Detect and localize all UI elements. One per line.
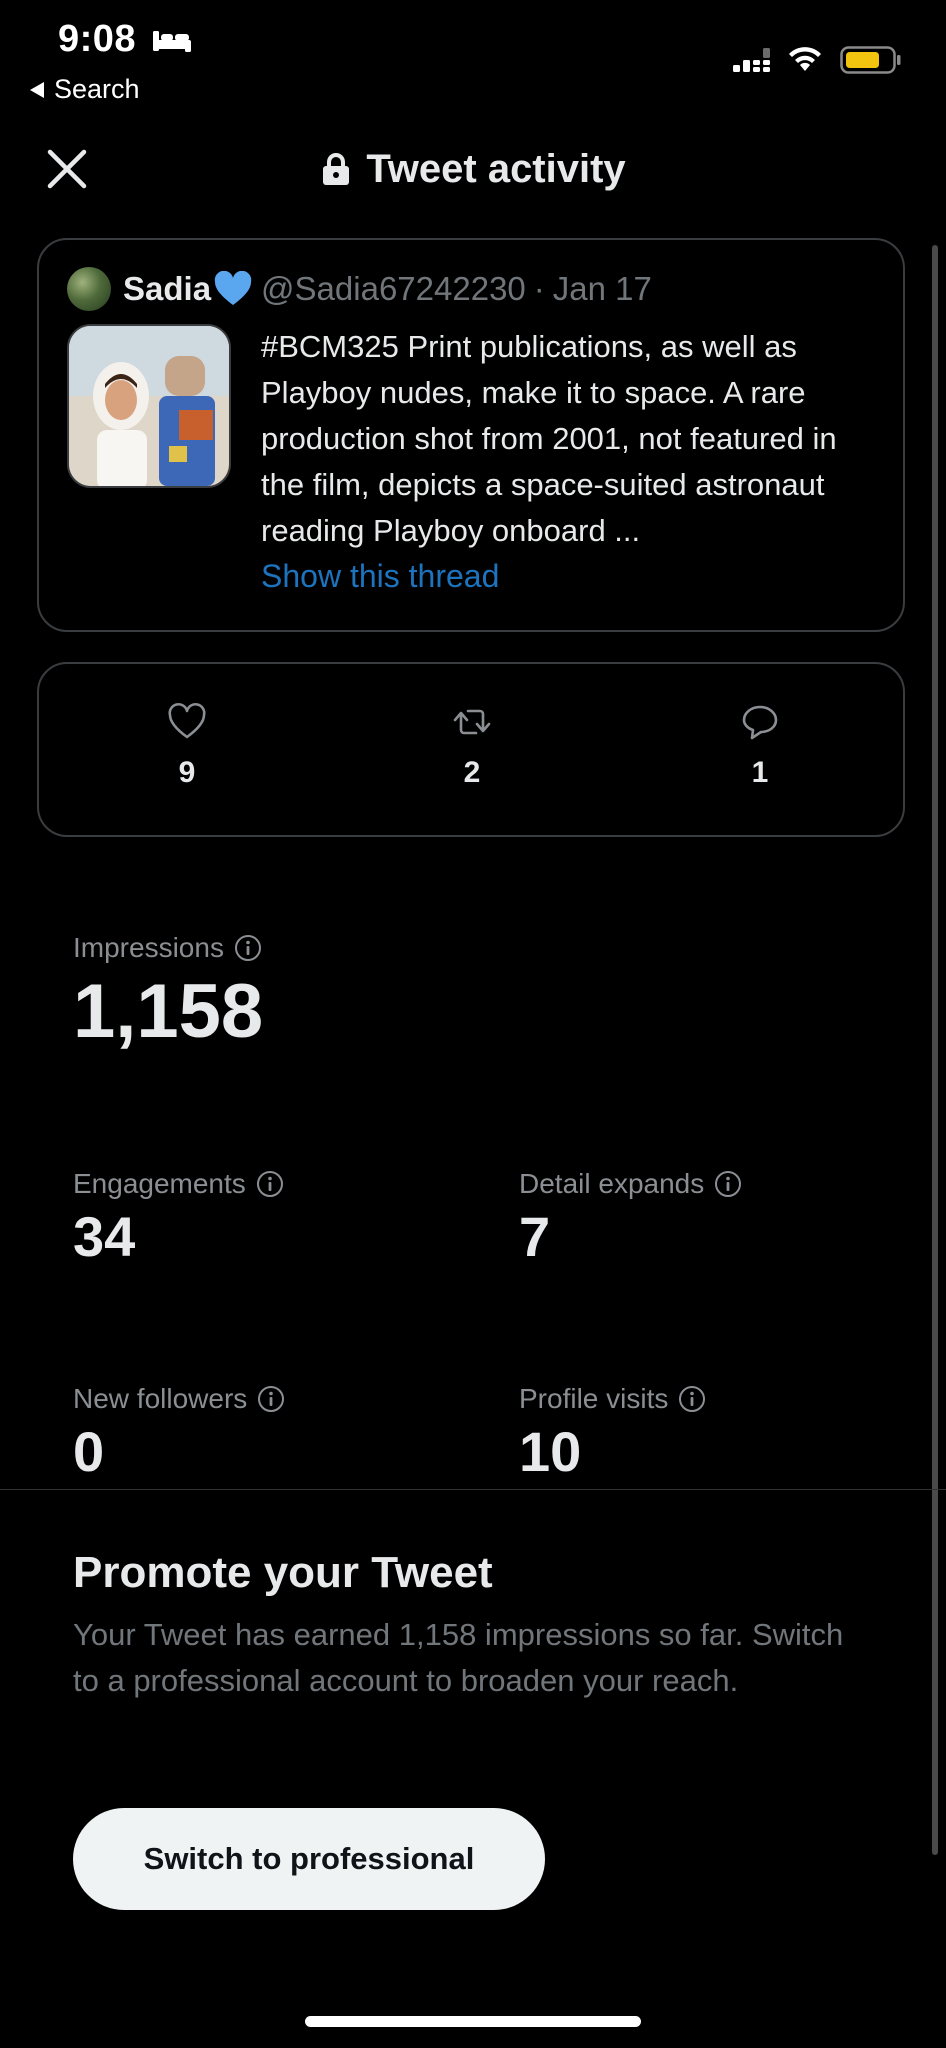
profile-visits-label-row: Profile visits	[519, 1383, 706, 1415]
back-to-search-button[interactable]: Search	[30, 74, 140, 105]
info-icon[interactable]	[256, 1170, 284, 1198]
retweets-count: 2	[463, 756, 481, 789]
replies-stat[interactable]: 1	[700, 702, 820, 790]
separator-dot: ·	[533, 270, 545, 307]
back-arrow-icon	[30, 81, 44, 98]
new-followers-label-row: New followers	[73, 1383, 285, 1415]
new-followers-metric: New followers 0	[73, 1383, 285, 1484]
info-icon[interactable]	[714, 1170, 742, 1198]
tweet-date: Jan 17	[552, 270, 652, 307]
blue-heart-icon	[214, 271, 252, 305]
home-indicator[interactable]	[305, 2016, 641, 2027]
back-label: Search	[54, 74, 140, 104]
wifi-icon	[789, 47, 821, 71]
profile-visits-metric: Profile visits 10	[519, 1383, 706, 1484]
page-title-text: Tweet activity	[366, 146, 626, 191]
promote-title: Promote your Tweet	[73, 1548, 493, 1597]
replies-count: 1	[751, 756, 769, 789]
page-title: Tweet activity	[0, 144, 946, 194]
impressions-value: 1,158	[73, 969, 264, 1054]
profile-visits-label: Profile visits	[519, 1383, 669, 1414]
lock-icon	[323, 153, 350, 185]
retweet-icon	[453, 709, 491, 735]
avatar[interactable]	[67, 267, 111, 311]
engagement-counts-card: 9 2 1	[37, 662, 905, 837]
status-time: 9:08	[58, 18, 137, 60]
retweets-stat[interactable]: 2	[412, 702, 532, 790]
detail-expands-label-row: Detail expands	[519, 1168, 742, 1200]
engagements-label-row: Engagements	[73, 1168, 284, 1200]
media-image	[69, 326, 229, 486]
tweet-media-thumbnail[interactable]	[67, 324, 231, 488]
likes-stat[interactable]: 9	[127, 702, 247, 790]
reply-icon	[742, 705, 778, 740]
author-name: Sadia	[123, 270, 212, 307]
author-handle: @Sadia67242230	[261, 270, 526, 307]
detail-expands-value: 7	[519, 1205, 551, 1268]
impressions-label: Impressions	[73, 932, 224, 963]
bed-icon	[153, 31, 191, 52]
signal-icon	[733, 48, 770, 72]
scrollbar[interactable]	[932, 245, 938, 1855]
impressions-label-row: Impressions	[73, 932, 263, 964]
engagements-label: Engagements	[73, 1168, 246, 1199]
engagements-metric: Engagements 34	[73, 1168, 284, 1269]
switch-to-professional-button[interactable]: Switch to professional	[73, 1808, 545, 1910]
info-icon[interactable]	[678, 1385, 706, 1413]
info-icon[interactable]	[257, 1385, 285, 1413]
detail-expands-metric: Detail expands 7	[519, 1168, 742, 1269]
section-divider	[0, 1489, 946, 1490]
promote-body: Your Tweet has earned 1,158 impressions …	[73, 1617, 844, 1698]
detail-expands-label: Detail expands	[519, 1168, 705, 1199]
battery-icon	[840, 46, 901, 74]
heart-icon	[168, 702, 206, 739]
likes-count: 9	[178, 756, 196, 789]
tweet-header: Sadia @Sadia67242230 · Jan 17	[123, 264, 652, 314]
engagements-value: 34	[73, 1205, 136, 1268]
tweet-card[interactable]: Sadia @Sadia67242230 · Jan 17 #BCM325 Pr…	[37, 238, 905, 632]
tweet-text: #BCM325 Print publications, as well as P…	[261, 329, 837, 548]
status-bar: 9:08 Search	[0, 0, 946, 110]
new-followers-label: New followers	[73, 1383, 248, 1414]
info-icon[interactable]	[234, 934, 262, 962]
profile-visits-value: 10	[519, 1420, 582, 1483]
show-thread-link[interactable]: Show this thread	[261, 558, 499, 595]
new-followers-value: 0	[73, 1420, 105, 1483]
impressions-metric: Impressions 1,158	[73, 932, 263, 1055]
